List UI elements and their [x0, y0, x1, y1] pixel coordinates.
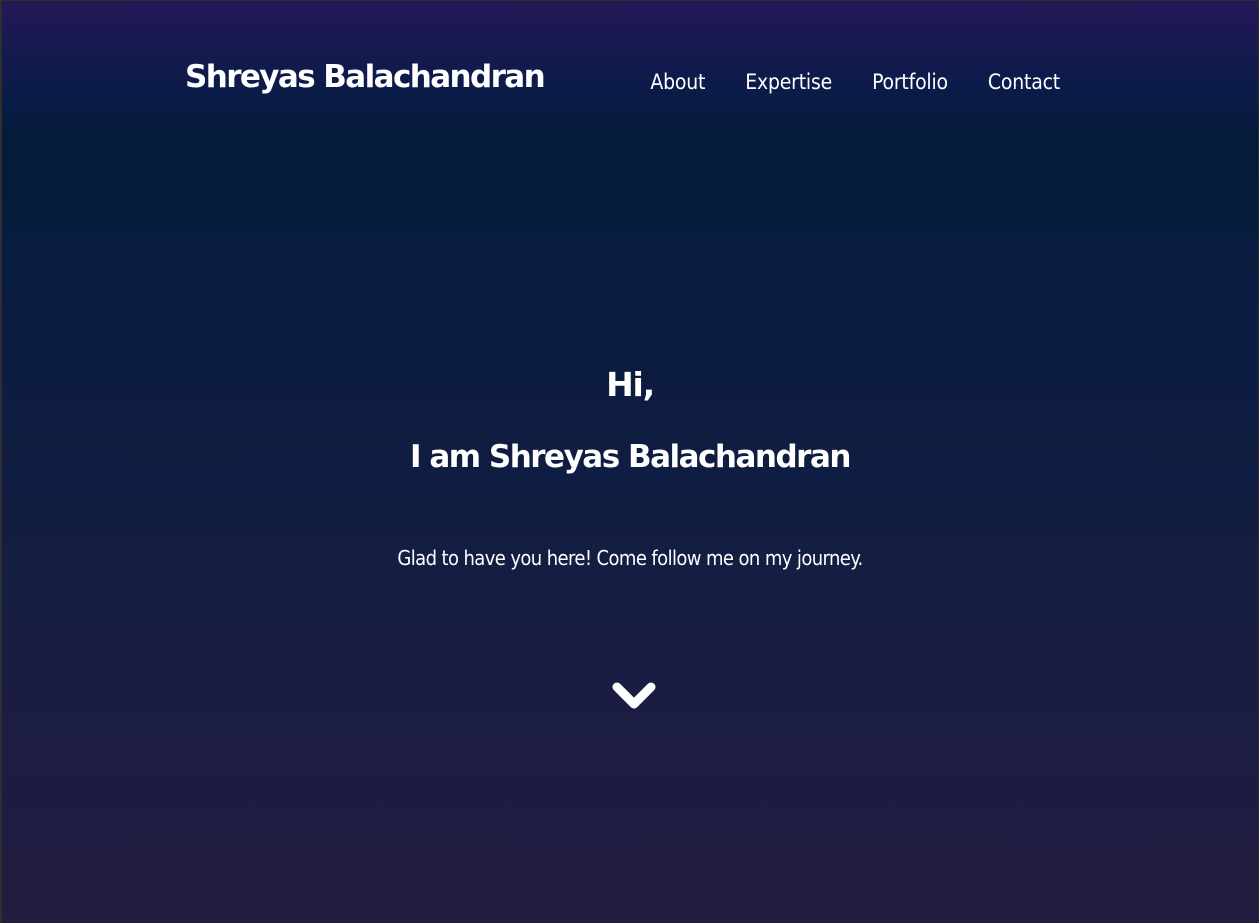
hero-greeting: Hi,: [606, 365, 655, 404]
nav-link-expertise[interactable]: Expertise: [745, 67, 832, 97]
hero-tagline: Glad to have you here! Come follow me on…: [397, 546, 863, 570]
nav-link-about[interactable]: About: [650, 67, 705, 97]
scroll-down-button[interactable]: [610, 679, 658, 713]
chevron-down-icon: [612, 682, 656, 709]
nav-link-portfolio[interactable]: Portfolio: [872, 67, 948, 97]
page: Shreyas Balachandran About Expertise Por…: [0, 0, 1259, 923]
site-brand[interactable]: Shreyas Balachandran: [185, 57, 546, 97]
hero-headline: I am Shreyas Balachandran: [410, 439, 851, 475]
main-nav: About Expertise Portfolio Contact: [650, 67, 1060, 97]
nav-link-contact[interactable]: Contact: [988, 67, 1060, 97]
